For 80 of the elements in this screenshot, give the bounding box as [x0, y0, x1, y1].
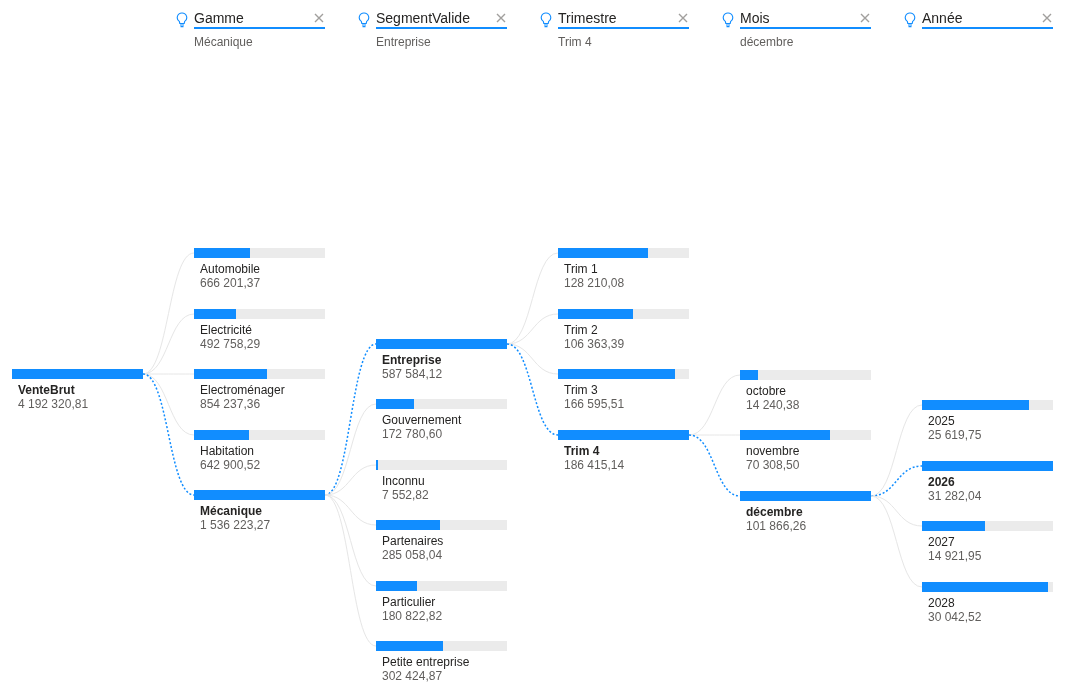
field-header: Trimestre: [558, 10, 617, 26]
node-label[interactable]: Particulier: [382, 595, 507, 609]
lightbulb-icon[interactable]: [540, 12, 552, 28]
node-label[interactable]: Entreprise: [382, 353, 507, 367]
node-value: 492 758,29: [200, 337, 262, 351]
lightbulb-icon[interactable]: [904, 12, 916, 28]
node-label[interactable]: Trim 2: [564, 323, 689, 337]
node-value: 7 552,82: [382, 488, 430, 502]
filter-value: Mécanique: [194, 35, 254, 49]
node-label[interactable]: novembre: [746, 444, 871, 458]
node-value: 642 900,52: [200, 458, 262, 472]
node-label[interactable]: Mécanique: [200, 504, 325, 518]
node-value: 166 595,51: [564, 397, 626, 411]
bar-track[interactable]: [376, 460, 507, 470]
node-label[interactable]: Trim 1: [564, 262, 689, 276]
lightbulb-icon[interactable]: [722, 12, 734, 28]
bar-track[interactable]: [376, 520, 507, 530]
bar-track[interactable]: [740, 430, 871, 440]
field-header: SegmentValide: [376, 10, 470, 26]
node-label[interactable]: 2028: [928, 596, 1053, 610]
node-label[interactable]: décembre: [746, 505, 871, 519]
bar-track[interactable]: [376, 641, 507, 651]
node-value: 70 308,50: [746, 458, 801, 472]
node-value: 666 201,37: [200, 276, 262, 290]
node-label[interactable]: 2025: [928, 414, 1053, 428]
node-label[interactable]: octobre: [746, 384, 871, 398]
node-value: 172 780,60: [382, 427, 444, 441]
node-label[interactable]: Automobile: [200, 262, 325, 276]
node-label[interactable]: Gouvernement: [382, 413, 507, 427]
field-header: Mois: [740, 10, 770, 26]
field-header: Année: [922, 10, 963, 26]
field-header: Gamme: [194, 10, 244, 26]
bar-track[interactable]: [558, 309, 689, 319]
node-label[interactable]: Inconnu: [382, 474, 507, 488]
node-value: 4 192 320,81: [18, 397, 90, 411]
filter-value: Trim 4: [558, 35, 593, 49]
node-label[interactable]: VenteBrut: [18, 383, 143, 397]
node-label[interactable]: Petite entreprise: [382, 655, 507, 669]
node-value: 128 210,08: [564, 276, 626, 290]
node-label[interactable]: 2027: [928, 535, 1053, 549]
node-label[interactable]: Trim 3: [564, 383, 689, 397]
node-value: 14 240,38: [746, 398, 801, 412]
bar-track[interactable]: [376, 399, 507, 409]
bar-track[interactable]: [558, 248, 689, 258]
node-value: 25 619,75: [928, 428, 983, 442]
node-label[interactable]: Trim 4: [564, 444, 689, 458]
bar-track[interactable]: [194, 248, 325, 258]
node-value: 14 921,95: [928, 549, 983, 563]
node-label[interactable]: Habitation: [200, 444, 325, 458]
bar-track[interactable]: [922, 400, 1053, 410]
node-value: 302 424,87: [382, 669, 444, 683]
node-value: 180 822,82: [382, 609, 444, 623]
close-icon[interactable]: [313, 12, 325, 24]
node-label[interactable]: Electroménager: [200, 383, 325, 397]
node-value: 106 363,39: [564, 337, 626, 351]
node-value: 854 237,36: [200, 397, 262, 411]
filter-value: décembre: [740, 35, 795, 49]
lightbulb-icon[interactable]: [358, 12, 370, 28]
node-value: 31 282,04: [928, 489, 983, 503]
node-label[interactable]: 2026: [928, 475, 1053, 489]
filter-value: Entreprise: [376, 35, 432, 49]
close-icon[interactable]: [495, 12, 507, 24]
bar-track[interactable]: [194, 430, 325, 440]
bar-track[interactable]: [740, 370, 871, 380]
node-label[interactable]: Electricité: [200, 323, 325, 337]
node-label[interactable]: Partenaires: [382, 534, 507, 548]
node-value: 1 536 223,27: [200, 518, 272, 532]
bar-track[interactable]: [194, 369, 325, 379]
bar-track[interactable]: [194, 309, 325, 319]
node-value: 186 415,14: [564, 458, 626, 472]
close-icon[interactable]: [1041, 12, 1053, 24]
bar-track[interactable]: [376, 581, 507, 591]
close-icon[interactable]: [859, 12, 871, 24]
bar-track[interactable]: [922, 521, 1053, 531]
node-value: 101 866,26: [746, 519, 808, 533]
lightbulb-icon[interactable]: [176, 12, 188, 28]
node-value: 285 058,04: [382, 548, 444, 562]
close-icon[interactable]: [677, 12, 689, 24]
node-value: 30 042,52: [928, 610, 983, 624]
node-value: 587 584,12: [382, 367, 444, 381]
